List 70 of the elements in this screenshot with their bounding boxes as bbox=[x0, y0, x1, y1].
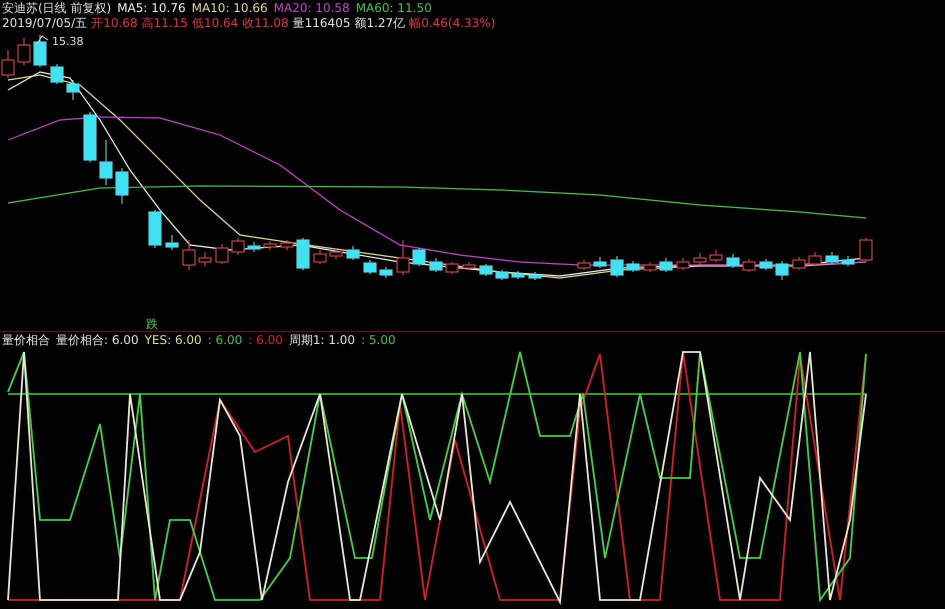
candlestick bbox=[182, 240, 196, 270]
candlestick bbox=[676, 258, 690, 270]
candlestick bbox=[216, 244, 228, 264]
indicator-name: 量价相合 bbox=[2, 333, 50, 347]
candlestick bbox=[330, 248, 342, 260]
candlestick bbox=[594, 256, 606, 268]
candlestick bbox=[248, 242, 260, 252]
candlestick bbox=[578, 260, 590, 270]
candlestick bbox=[346, 246, 360, 260]
candlestick bbox=[808, 252, 822, 266]
ma-legend: MA10: 10.66 bbox=[192, 1, 268, 15]
indicator-value: YES: 6.00 bbox=[144, 333, 202, 347]
indicator-value: : 5.00 bbox=[361, 333, 396, 347]
indicator-value: : 6.00 bbox=[208, 333, 242, 347]
candlestick bbox=[826, 252, 838, 264]
candlestick bbox=[644, 262, 656, 272]
candlestick bbox=[100, 140, 112, 186]
candlestick bbox=[776, 260, 788, 280]
ma-legend: MA60: 11.50 bbox=[356, 1, 432, 15]
candlestick bbox=[148, 210, 162, 248]
candlestick bbox=[166, 234, 178, 250]
candlestick bbox=[792, 256, 806, 270]
candlestick bbox=[364, 260, 376, 274]
candlestick bbox=[446, 262, 458, 274]
candlestick bbox=[760, 258, 772, 270]
candlestick bbox=[280, 240, 294, 250]
candlestick bbox=[84, 112, 96, 162]
candlestick bbox=[198, 252, 212, 266]
candlestick bbox=[742, 258, 756, 272]
candlestick bbox=[380, 266, 392, 278]
quote-field: 幅0.46(4.33%) bbox=[409, 16, 496, 30]
candlestick bbox=[296, 238, 310, 270]
quote-field: 额1.27亿 bbox=[354, 16, 406, 30]
indicator-value: 量价相合: 6.00 bbox=[56, 333, 139, 347]
candlestick bbox=[430, 258, 442, 272]
candlestick bbox=[710, 250, 722, 262]
quote-field: 量116405 bbox=[292, 16, 350, 30]
signal-label: 跌 bbox=[146, 316, 158, 333]
quote-field: 收11.08 bbox=[242, 16, 289, 30]
indicator-value: 周期1: 1.00 bbox=[288, 333, 356, 347]
candlestick bbox=[626, 260, 640, 272]
candlestick bbox=[694, 252, 706, 266]
candlestick bbox=[842, 256, 854, 266]
ma-legend: MA20: 10.58 bbox=[274, 1, 350, 15]
quote-field: 开10.68 bbox=[91, 16, 138, 30]
candlestick bbox=[462, 262, 476, 270]
candlestick bbox=[726, 254, 740, 268]
candlestick bbox=[264, 240, 276, 250]
candlestick bbox=[480, 264, 492, 276]
candlestick bbox=[860, 238, 872, 262]
candlestick bbox=[116, 168, 128, 204]
candlestick bbox=[512, 270, 524, 280]
candlestick bbox=[314, 250, 326, 264]
candlestick bbox=[412, 248, 426, 266]
candlestick bbox=[66, 80, 80, 100]
indicator-value: : 6.00 bbox=[248, 333, 283, 347]
candlestick bbox=[496, 270, 508, 280]
candlestick bbox=[528, 272, 542, 280]
stock-title: 安迪苏(日线 前复权) bbox=[2, 1, 112, 15]
candlestick bbox=[610, 256, 624, 278]
candlestick bbox=[18, 38, 30, 66]
quote-date: 2019/07/05/五 bbox=[2, 16, 88, 30]
candlestick bbox=[50, 64, 64, 84]
candlestick bbox=[660, 258, 672, 272]
candlestick bbox=[232, 238, 244, 256]
quote-field: 高11.15 bbox=[142, 16, 188, 30]
quote-field: 低10.64 bbox=[192, 16, 238, 30]
candlestick bbox=[396, 240, 410, 276]
ma-legend: MA5: 10.76 bbox=[117, 1, 186, 15]
candlestick bbox=[34, 34, 46, 68]
